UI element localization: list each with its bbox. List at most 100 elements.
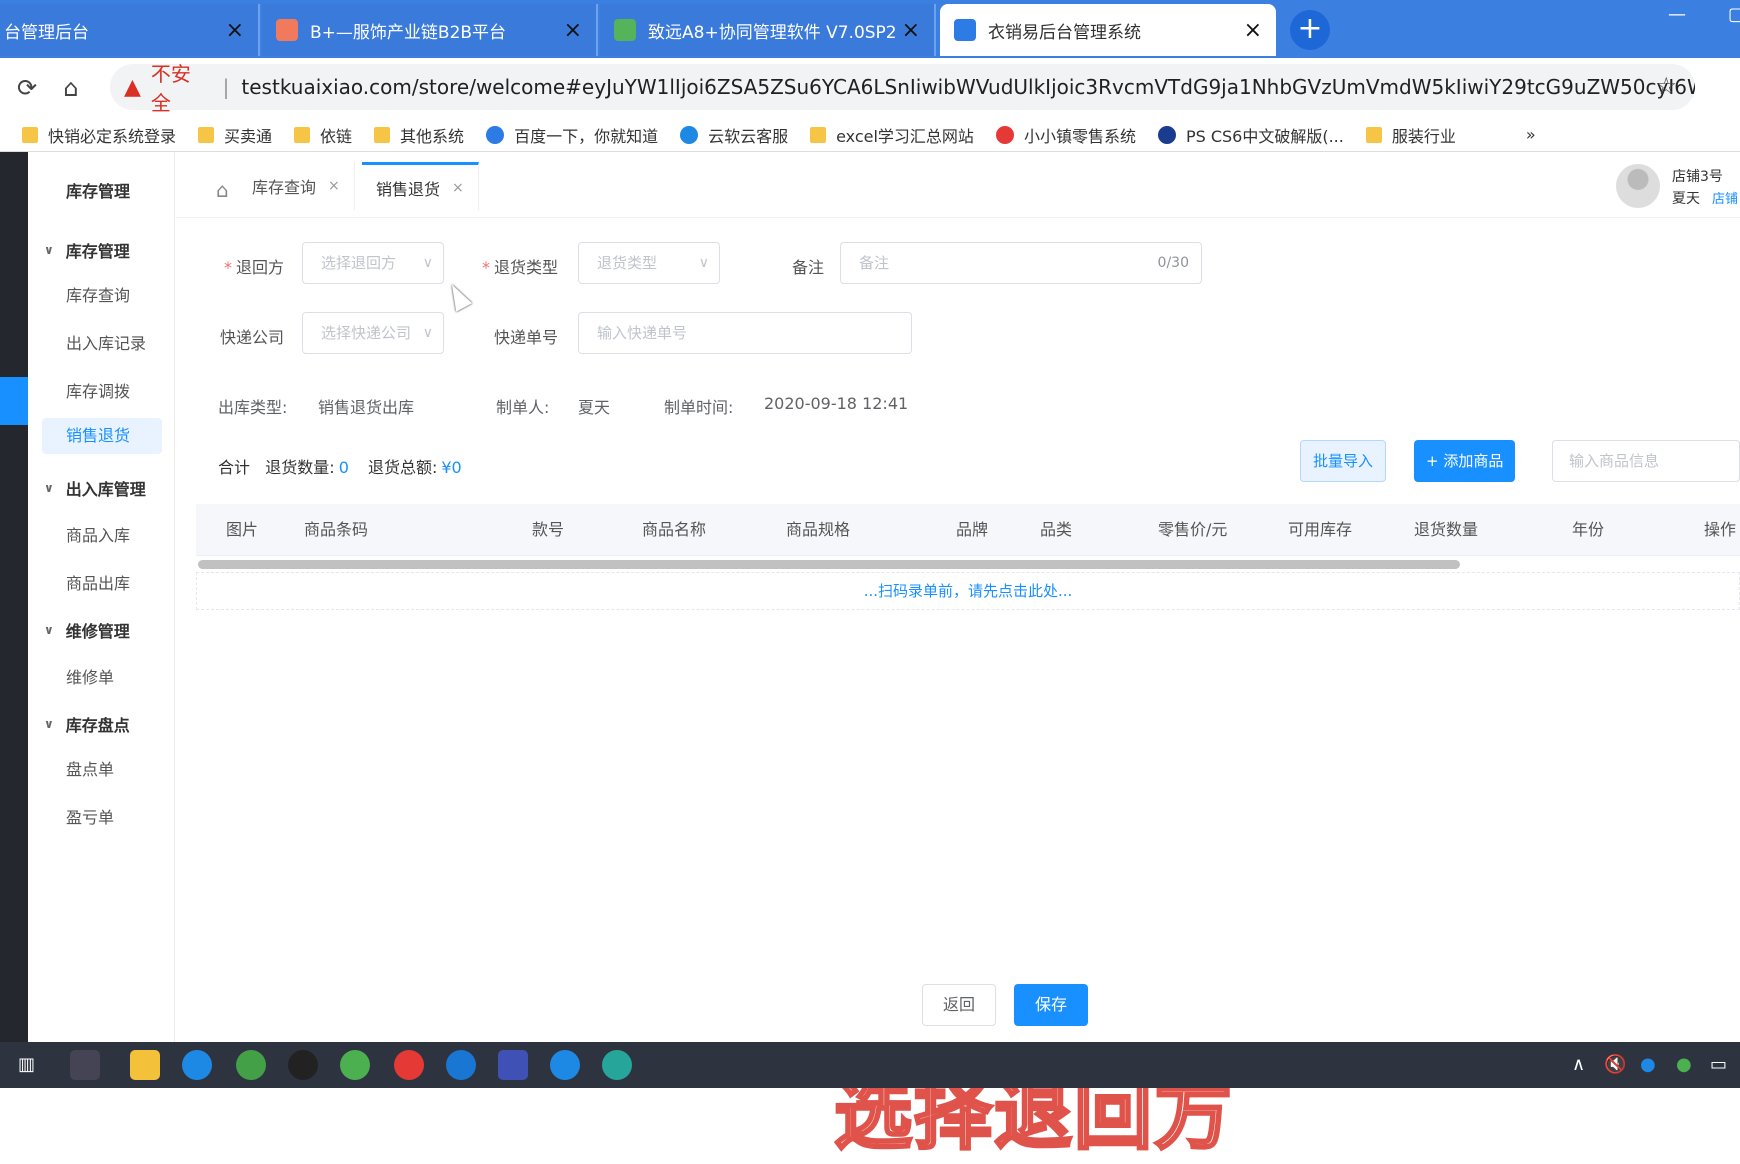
bookmark-item[interactable]: excel学习汇总网站 [810,123,974,147]
bookmark-item[interactable]: 依链 [294,123,352,147]
search-app-icon[interactable] [446,1050,476,1080]
qq-icon[interactable] [288,1050,318,1080]
sidebar: 库存管理 ∨ 库存管理 库存查询 出入库记录 库存调拨 销售退货 ∨ 出入库管理… [28,152,175,1042]
bookmark-label: 快销必定系统登录 [48,126,177,146]
bookmark-item[interactable]: 快销必定系统登录 [22,123,176,147]
sidebar-item-transfer[interactable]: 库存调拨 [66,378,130,402]
security-shield-icon[interactable]: ● [1640,1054,1656,1075]
scan-entry-row[interactable]: ...扫码录单前，请先点击此处... [196,572,1740,610]
sidebar-item-sales-return[interactable]: 销售退货 [42,418,162,454]
browser-tab[interactable]: 台管理后台 × [0,4,260,56]
sidebar-group-stocktake[interactable]: ∨ 库存盘点 [44,712,130,736]
browser-tab-bar: 台管理后台 × B+—服饰产业链B2B平台 × 致远A8+协同管理软件 V7.0… [0,0,1740,58]
home-icon[interactable]: ⌂ [54,74,88,102]
return-type-select[interactable]: 退货类型 ∨ [578,242,720,284]
task-view-icon[interactable]: ▥ [18,1054,35,1075]
minimize-icon[interactable]: — [1668,4,1686,25]
table-horizontal-scrollbar[interactable] [198,560,1460,569]
product-search-input[interactable]: 输入商品信息 [1552,440,1740,482]
tray-expand-icon[interactable]: ∧ [1572,1054,1585,1075]
bookmark-item[interactable]: 小小镇零售系统 [995,123,1136,147]
bookmark-item[interactable]: 服装行业 [1365,123,1456,147]
sidebar-item-stock-query[interactable]: 库存查询 [66,282,130,306]
bookmark-item[interactable]: PS CS6中文破解版(... [1157,123,1344,147]
return-party-select[interactable]: 选择退回方 ∨ [302,242,444,284]
bookmark-item[interactable]: 百度一下，你就知道 [486,123,658,147]
sidebar-item-repair-order[interactable]: 维修单 [66,664,114,688]
home-icon[interactable]: ⌂ [216,178,229,202]
tab-sales-return[interactable]: 销售退货 × [362,162,479,210]
baidu-icon [486,125,505,144]
tab-stock-query[interactable]: 库存查询 × [238,162,355,210]
word-icon[interactable] [498,1050,528,1080]
close-icon[interactable]: × [1244,18,1262,43]
url-separator: | [222,75,230,99]
sidebar-group-io[interactable]: ∨ 出入库管理 [44,476,146,500]
new-tab-button[interactable]: + [1290,10,1330,50]
batch-import-button[interactable]: 批量导入 [1300,440,1387,482]
browser-tab[interactable]: 致远A8+协同管理软件 V7.0SP2 × [600,4,936,56]
bookmark-label: 百度一下，你就知道 [514,126,659,146]
save-button[interactable]: 保存 [1014,984,1088,1026]
chrome-icon[interactable] [394,1050,424,1080]
bookmark-item[interactable]: 云软云客服 [680,123,788,147]
browser-tab-active[interactable]: 衣销易后台管理系统 × [940,4,1276,56]
folder-icon [294,126,311,143]
url-field[interactable]: ▲ 不安全 | testkuaixiao.com/store/welcome#e… [110,62,1695,115]
return-type-label: * 退货类型 [482,254,558,278]
close-icon[interactable]: × [564,18,582,43]
user-shop: 店铺3号 [1672,169,1723,185]
sidebar-group-repair[interactable]: ∨ 维修管理 [44,618,130,642]
edge-browser-icon[interactable] [182,1050,212,1080]
tracking-no-input[interactable]: 输入快递单号 [578,312,912,354]
column-header: 品类 [1040,520,1073,539]
column-header: 年份 [1572,520,1605,539]
avatar[interactable] [1616,164,1660,208]
wechat-tray-icon[interactable]: ● [1676,1054,1692,1075]
file-explorer-icon[interactable] [130,1050,160,1080]
user-profile[interactable]: 店铺3号 夏天 店铺 [1616,160,1740,210]
sidebar-group-label: 维修管理 [65,622,130,641]
out-type-label: 出库类型: [218,398,288,417]
column-header: 零售价/元 [1158,520,1228,539]
chevron-down-icon: ∨ [698,255,709,271]
app-launcher-icon[interactable] [70,1050,100,1080]
tracking-no-label: 快递单号 [494,328,559,347]
volume-muted-icon[interactable]: 🔇 [1604,1054,1626,1075]
sidebar-group-inventory[interactable]: ∨ 库存管理 [44,238,130,262]
sidebar-group-label: 库存管理 [65,242,130,261]
add-product-button[interactable]: + 添加商品 [1414,440,1516,482]
reload-icon[interactable]: ⟳ [10,74,44,102]
sidebar-item-stocktake-order[interactable]: 盘点单 [66,756,114,780]
app-nav-strip [0,152,28,1042]
back-button[interactable]: 返回 [922,984,996,1026]
screen-recorder-icon[interactable] [602,1050,632,1080]
bookmarks-overflow-button[interactable]: » [1526,125,1536,144]
sidebar-item-stock-in[interactable]: 商品入库 [66,522,130,546]
close-icon[interactable]: × [452,180,464,196]
return-qty-label: 退货数量: [265,458,335,477]
sidebar-item-io-records[interactable]: 出入库记录 [66,330,146,354]
remark-label: 备注 [792,258,825,277]
bookmark-star-icon[interactable]: ☆ [1655,72,1677,100]
maximize-icon[interactable]: ▢ [1728,4,1740,25]
close-icon[interactable]: × [226,18,244,43]
ie-browser-icon[interactable] [236,1050,266,1080]
bookmark-item[interactable]: 其他系统 [374,123,464,147]
close-icon[interactable]: × [902,18,920,43]
courier-select[interactable]: 选择快递公司 ∨ [302,312,444,354]
folder-icon [22,126,38,143]
network-icon[interactable]: ▭ [1710,1054,1727,1075]
bookmark-item[interactable]: 买卖通 [198,123,272,147]
courier-label: 快递公司 [220,328,285,347]
close-icon[interactable]: × [328,178,340,194]
remark-input[interactable]: 备注 0/30 [840,242,1202,284]
site-favicon-icon [954,19,976,41]
browser-tab[interactable]: B+—服饰产业链B2B平台 × [262,4,598,56]
wechat-icon[interactable] [340,1050,370,1080]
location-app-icon[interactable] [550,1050,580,1080]
sidebar-item-stock-out[interactable]: 商品出库 [66,570,130,594]
sidebar-title: 库存管理 [66,182,131,201]
sidebar-item-profit-loss[interactable]: 盈亏单 [66,804,114,828]
bookmark-label: 依链 [320,126,353,146]
